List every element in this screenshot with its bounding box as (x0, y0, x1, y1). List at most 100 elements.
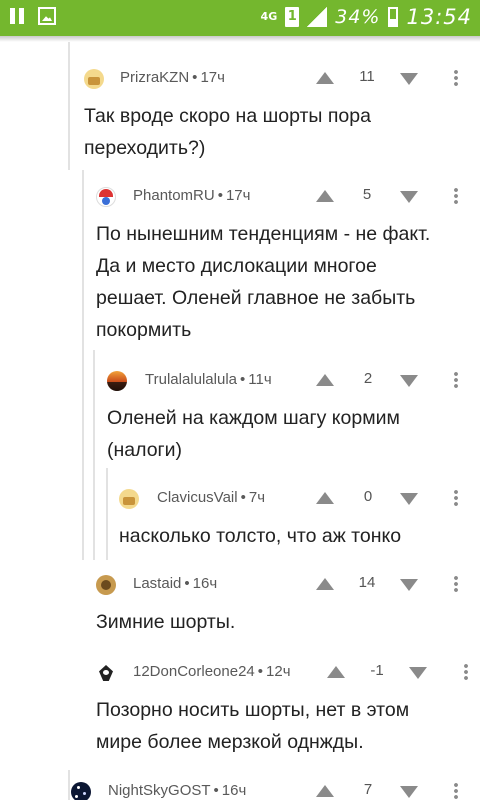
comment: Lastaid • 16ч 14 Зимние шорты. (96, 566, 480, 638)
avatar[interactable] (96, 187, 116, 207)
battery-percent: 34% (335, 6, 381, 28)
comment-line: (налоги) (107, 439, 183, 461)
comment-header: PhantomRU • 17ч 5 (96, 178, 480, 212)
comment-text: насколько толсто, что аж тонко (119, 514, 469, 552)
comment: ClavicusVail • 7ч 0 насколько толсто, что … (119, 480, 480, 552)
comment-header: Lastaid • 16ч 14 (96, 566, 480, 600)
more-options-icon[interactable] (454, 489, 458, 507)
comment-time: 17ч (225, 187, 251, 204)
more-options-icon[interactable] (454, 187, 458, 205)
comment: 12DonCorleone24 • 12ч -1 Позорно носить шо… (96, 654, 480, 758)
downvote-arrow-icon[interactable] (400, 191, 418, 203)
upvote-arrow-icon[interactable] (316, 785, 334, 797)
avatar[interactable] (84, 69, 104, 89)
comment-line: переходить?) (84, 137, 206, 159)
comment-text: Так вроде скоро на шорты пора переходить… (84, 94, 464, 164)
avatar[interactable] (96, 575, 116, 595)
separator: • (213, 782, 219, 799)
avatar[interactable] (71, 782, 91, 800)
comment-time: 16ч (221, 782, 247, 799)
upvote-arrow-icon[interactable] (316, 72, 334, 84)
comment-text: Оленей на каждом шагу кормим (налоги) (107, 396, 467, 466)
avatar[interactable] (119, 489, 139, 509)
separator: • (257, 663, 264, 680)
avatar[interactable] (107, 371, 127, 391)
comment-rating: 0 (363, 488, 373, 505)
more-options-icon[interactable] (454, 782, 458, 800)
comment-time: 7ч (248, 489, 266, 506)
comment-line: решает. Оленей главное не забыть (96, 287, 416, 309)
comment-rating: 7 (363, 781, 373, 798)
separator: • (217, 187, 223, 204)
more-options-icon[interactable] (464, 663, 468, 681)
signal-icon (307, 7, 328, 27)
comment-rating: 5 (362, 186, 372, 203)
downvote-arrow-icon[interactable] (400, 375, 418, 387)
comment-header: ClavicusVail • 7ч 0 (119, 480, 480, 514)
comment-line: Да и место дислокации многое (96, 255, 377, 277)
comment-rating: 14 (358, 574, 376, 591)
separator: • (184, 575, 190, 592)
avatar[interactable] (96, 663, 116, 683)
comment: PrizraKZN • 17ч 11 Так вроде скоро на шорт… (84, 60, 480, 164)
more-options-icon[interactable] (454, 575, 458, 593)
thread-line (93, 350, 95, 560)
comment-line: покормить (96, 319, 192, 341)
comment: PhantomRU • 17ч 5 По нынешним тенденциям -… (96, 178, 480, 346)
comment-line: насколько толсто, что аж тонко (119, 525, 402, 547)
thread-line (68, 770, 70, 800)
upvote-arrow-icon[interactable] (316, 492, 334, 504)
comment-text: По нынешним тенденциям - не факт. Да и м… (96, 212, 476, 346)
thread-line (68, 42, 70, 170)
comment-time: 11ч (248, 371, 272, 388)
comment: Trulalalulalula • 11ч 2 Оленей на каждом ш… (107, 362, 480, 466)
downvote-arrow-icon[interactable] (400, 786, 418, 798)
comment-time: 12ч (266, 663, 291, 680)
author-name[interactable]: Trulalalulalula (145, 371, 237, 388)
network-type: 4G (260, 10, 278, 23)
downvote-arrow-icon[interactable] (400, 73, 418, 85)
battery-icon (388, 7, 399, 27)
status-bar: 4G 1 34% 13:54 (0, 0, 480, 36)
author-name[interactable]: NightSkyGOST (108, 782, 211, 799)
author-name[interactable]: ClavicusVail (157, 489, 238, 506)
sim-icon: 1 (285, 7, 300, 27)
comment-line: Так вроде скоро на шорты пора (84, 105, 371, 127)
comment-header: NightSkyGOST • 16ч 7 (71, 773, 480, 800)
separator: • (240, 371, 246, 388)
comment-header: Trulalalulalula • 11ч 2 (107, 362, 480, 396)
upvote-arrow-icon[interactable] (316, 578, 334, 590)
upvote-arrow-icon[interactable] (316, 190, 334, 202)
comment-line: Оленей на каждом шагу кормим (107, 407, 400, 429)
comment-header: PrizraKZN • 17ч 11 (84, 60, 480, 94)
separator: • (240, 489, 246, 506)
thread-line (106, 468, 108, 560)
thread-line (82, 170, 84, 560)
gallery-icon (38, 7, 56, 25)
comment-line: По нынешним тенденциям - не факт. (96, 223, 431, 245)
author-name[interactable]: PhantomRU (133, 187, 215, 204)
comment-line: мире более мерзкой однжды. (96, 731, 364, 753)
downvote-arrow-icon[interactable] (409, 667, 427, 679)
clock: 13:54 (406, 5, 472, 29)
more-options-icon[interactable] (454, 69, 458, 87)
comment-line: Зимние шорты. (96, 611, 236, 633)
author-name[interactable]: PrizraKZN (120, 69, 189, 86)
separator: • (192, 69, 198, 86)
author-name[interactable]: 12DonCorleone24 (133, 663, 255, 680)
comment-header: 12DonCorleone24 • 12ч -1 (96, 654, 480, 688)
comment: NightSkyGOST • 16ч 7 (71, 773, 480, 800)
downvote-arrow-icon[interactable] (400, 493, 418, 505)
comment-text: Позорно носить шорты, нет в этом мире бо… (96, 688, 476, 758)
upvote-arrow-icon[interactable] (316, 374, 334, 386)
status-bar-shadow (0, 36, 480, 42)
downvote-arrow-icon[interactable] (400, 579, 418, 591)
author-name[interactable]: Lastaid (133, 575, 181, 592)
comment-time: 16ч (192, 575, 218, 592)
comment-rating: 11 (359, 68, 375, 85)
upvote-arrow-icon[interactable] (327, 666, 345, 678)
more-options-icon[interactable] (454, 371, 458, 389)
pause-icon (10, 8, 24, 24)
comment-text: Зимние шорты. (96, 600, 476, 638)
comment-rating: -1 (370, 662, 384, 679)
